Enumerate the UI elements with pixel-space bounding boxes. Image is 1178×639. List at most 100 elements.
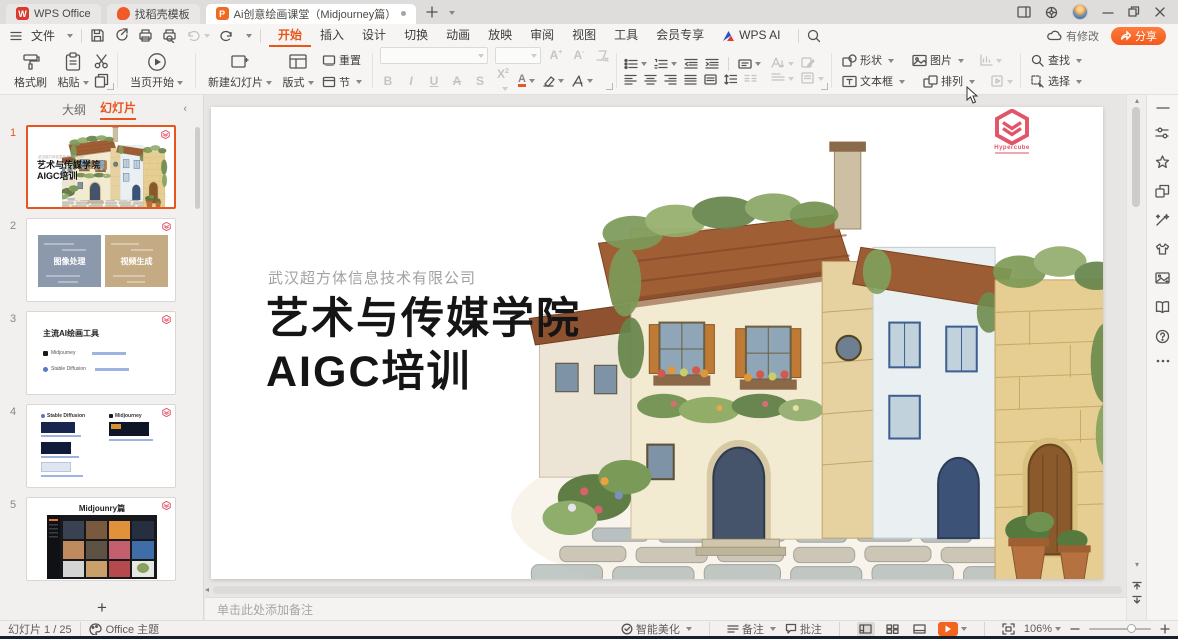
ribbon-tab-member[interactable]: 会员专享 xyxy=(647,24,713,47)
ribbon-tab-review[interactable]: 审阅 xyxy=(521,24,563,47)
zoom-slider[interactable] xyxy=(1089,628,1151,630)
slide-editor[interactable]: 武汉超方体信息技术有限公司 艺术与传媒学院 AIGC培训 Hypercube xyxy=(211,107,1103,579)
fit-window-icon[interactable] xyxy=(1002,623,1015,635)
tab-wps-home[interactable]: W WPS Office xyxy=(6,4,101,24)
shadow-button[interactable]: S xyxy=(472,74,488,88)
vscroll-thumb[interactable] xyxy=(1132,107,1140,207)
theme-skin-icon[interactable] xyxy=(1155,242,1170,256)
notes-area[interactable]: 单击此处添加备注 xyxy=(205,597,1126,620)
previous-slide-icon[interactable] xyxy=(1131,578,1143,590)
shapes-button[interactable]: 形状 xyxy=(839,51,897,69)
find-button[interactable]: 查找 xyxy=(1028,51,1085,69)
normal-view-button[interactable] xyxy=(857,622,875,636)
align-justify-icon[interactable] xyxy=(684,74,697,85)
slide-thumbnail-5[interactable]: 5 Midjounry篇 xyxy=(0,497,204,581)
numbering-button[interactable] xyxy=(654,58,677,70)
ribbon-tab-design[interactable]: 设计 xyxy=(353,24,395,47)
ribbon-tab-insert[interactable]: 插入 xyxy=(311,24,353,47)
slide-logo[interactable]: Hypercube xyxy=(983,109,1041,165)
collapse-sidebar-icon[interactable] xyxy=(1156,105,1170,111)
next-slide-icon[interactable] xyxy=(1131,595,1143,607)
vscroll-up-arrow-icon[interactable]: ▴ xyxy=(1127,96,1147,105)
minimize-icon[interactable] xyxy=(1102,6,1114,18)
export-icon[interactable] xyxy=(114,28,129,43)
comments-button[interactable]: 批注 xyxy=(785,621,822,637)
paragraph-launcher[interactable] xyxy=(821,83,828,90)
print-icon[interactable] xyxy=(138,28,153,43)
slide-thumbnail-3[interactable]: 3 主流AI绘画工具 Midjourney Stable Diffusion xyxy=(0,311,204,395)
font-color-button[interactable]: A xyxy=(518,74,535,87)
smart-shapes-icon[interactable] xyxy=(1155,184,1170,198)
bold-button[interactable]: B xyxy=(380,74,396,88)
slide-sorter-view-button[interactable] xyxy=(884,622,902,636)
section-button[interactable]: 节 xyxy=(319,73,365,91)
text-effects-button[interactable] xyxy=(571,75,593,87)
tab-list-caret-icon[interactable] xyxy=(449,11,455,18)
notes-button[interactable]: 备注 xyxy=(727,621,776,637)
outline-tab[interactable]: 大纲 xyxy=(62,101,86,118)
sync-status[interactable]: 有修改 xyxy=(1047,28,1099,44)
ribbon-tab-tools[interactable]: 工具 xyxy=(605,24,647,47)
layout-button[interactable]: 版式 xyxy=(277,51,319,91)
more-tools-icon[interactable] xyxy=(1156,359,1170,363)
add-slide-button[interactable]: + xyxy=(0,598,204,618)
textbox-button[interactable]: 文本框 xyxy=(839,72,908,90)
tab-active-document[interactable]: P Ai创意绘画课堂（Midjourney篇） xyxy=(206,4,417,24)
panel-scrollbar[interactable] xyxy=(195,127,200,209)
reset-button[interactable]: 重置 xyxy=(319,51,365,69)
tab-docer-templates[interactable]: 找稻壳模板 xyxy=(107,4,200,24)
collapse-panel-button[interactable]: ‹ xyxy=(183,103,187,115)
vscroll-down-arrow-icon[interactable]: ▾ xyxy=(1127,560,1147,569)
line-spacing-icon[interactable] xyxy=(724,74,737,85)
text-direction-button[interactable] xyxy=(738,58,761,70)
user-avatar[interactable] xyxy=(1072,4,1088,20)
bullets-button[interactable] xyxy=(624,58,647,70)
align-left-icon[interactable] xyxy=(624,74,637,85)
close-icon[interactable] xyxy=(1154,6,1166,18)
underline-button[interactable]: U xyxy=(426,74,442,88)
cut-icon[interactable] xyxy=(94,54,110,69)
highlight-button[interactable] xyxy=(542,75,564,87)
new-tab-icon[interactable] xyxy=(426,6,438,18)
paste-button[interactable]: 粘贴 xyxy=(52,51,94,91)
decrease-font-button[interactable]: A- xyxy=(571,48,587,62)
beautify-wand-icon[interactable] xyxy=(1155,213,1170,227)
slide-thumbnail-2[interactable]: 2 图像处理 视频生成 xyxy=(0,218,204,302)
font-size-select[interactable] xyxy=(495,47,541,64)
help-icon[interactable] xyxy=(1155,329,1170,344)
slide-thumbnail-1[interactable]: 1 武汉超方体信息技术有限公司 艺术与传媒学院AIGC培训 xyxy=(0,125,204,209)
slideshow-button[interactable] xyxy=(938,622,967,636)
share-button[interactable]: 分享 xyxy=(1111,27,1166,45)
hscroll-thumb[interactable] xyxy=(213,586,1122,594)
strikethrough-button[interactable]: A xyxy=(449,74,465,88)
zoom-level-button[interactable]: 106% xyxy=(1024,623,1061,635)
columns-icon[interactable] xyxy=(744,74,757,85)
picture-button[interactable]: 图片 xyxy=(909,51,967,69)
format-painter-button[interactable]: 格式刷 xyxy=(9,51,52,91)
reference-book-icon[interactable] xyxy=(1155,300,1170,314)
align-center-icon[interactable] xyxy=(644,74,657,85)
zoom-out-icon[interactable] xyxy=(1070,624,1080,634)
ribbon-tab-wps-ai[interactable]: WPS AI xyxy=(713,24,789,47)
slide-title-text[interactable]: 艺术与传媒学院 AIGC培训 xyxy=(266,293,581,399)
smart-beautify-button[interactable]: 智能美化 xyxy=(621,621,692,637)
settings-wheel-icon[interactable] xyxy=(1045,6,1058,19)
properties-sliders-icon[interactable] xyxy=(1155,126,1170,140)
decrease-indent-icon[interactable] xyxy=(684,58,698,70)
zoom-slider-knob[interactable] xyxy=(1127,624,1136,633)
horizontal-scrollbar[interactable]: ◂ xyxy=(205,584,1126,595)
superscript-button[interactable]: X2 xyxy=(495,67,511,95)
increase-font-button[interactable]: A+ xyxy=(548,48,564,62)
search-icon[interactable] xyxy=(807,29,821,43)
quickbar-more-caret-icon[interactable] xyxy=(246,34,252,41)
play-from-current-button[interactable]: 当页开始 xyxy=(125,51,188,91)
effects-star-icon[interactable] xyxy=(1155,155,1170,169)
print-preview-icon[interactable] xyxy=(162,28,177,43)
save-icon[interactable] xyxy=(90,28,105,43)
ribbon-tab-slideshow[interactable]: 放映 xyxy=(479,24,521,47)
clear-format-icon[interactable] xyxy=(594,49,609,62)
font-launcher[interactable] xyxy=(606,83,613,90)
increase-indent-icon[interactable] xyxy=(705,58,719,70)
font-family-select[interactable] xyxy=(380,47,488,64)
ribbon-tab-home[interactable]: 开始 xyxy=(269,24,311,47)
